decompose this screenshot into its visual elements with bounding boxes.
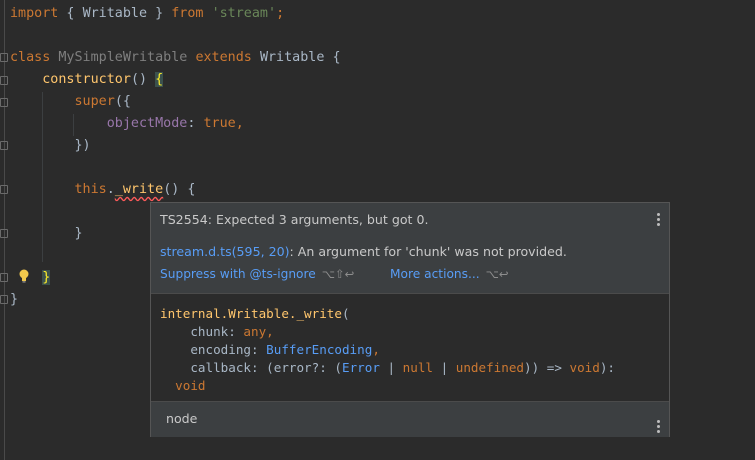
code-text: ; — [276, 6, 285, 21]
sig-line: internal.Writable._write( — [160, 305, 350, 323]
tooltip-header: TS2554: Expected 3 arguments, but got 0.… — [151, 203, 669, 293]
code-line-7[interactable]: }) — [10, 135, 91, 157]
error-tooltip-popup[interactable]: TS2554: Expected 3 arguments, but got 0.… — [150, 202, 670, 437]
keyword-true: true — [203, 116, 236, 131]
code-text: }) — [74, 138, 91, 153]
keyword-extends: extends — [195, 50, 252, 65]
sig-type: void — [160, 378, 206, 393]
more-options-icon[interactable] — [657, 213, 661, 228]
footer-options-icon[interactable] — [657, 420, 661, 435]
string-literal: 'stream' — [211, 6, 277, 21]
sig-text: encoding: — [160, 342, 267, 357]
code-text: ({ — [114, 94, 131, 109]
matched-brace: { — [155, 72, 164, 87]
keyword-super: super — [74, 94, 115, 109]
class-ref: Writable — [82, 6, 148, 21]
shortcut-hint: ⌥↩ — [485, 267, 509, 281]
code-text: { — [324, 50, 341, 65]
code-line-6[interactable]: objectMode: true, — [10, 113, 244, 135]
code-text: { — [58, 6, 83, 21]
sig-line: encoding: BufferEncoding, — [160, 341, 380, 359]
sig-text: ( — [341, 306, 350, 321]
source-link[interactable]: stream.d.ts(595, 20) — [160, 244, 290, 259]
class-ref: Writable — [259, 50, 325, 65]
code-line-10[interactable]: } — [10, 223, 83, 245]
fold-marker-icon[interactable] — [0, 295, 8, 304]
code-line-13[interactable]: } — [10, 289, 18, 311]
matched-brace: } — [42, 270, 51, 285]
sig-text: chunk: — [160, 324, 244, 339]
code-text: } — [74, 226, 83, 241]
fold-marker-icon[interactable] — [0, 185, 8, 194]
sig-text: | — [379, 360, 403, 375]
code-text: : — [187, 116, 204, 131]
sig-text: | — [433, 360, 456, 375]
reference-text: : An argument for 'chunk' was not provid… — [289, 244, 567, 259]
sig-text: callback: (error?: ( — [160, 360, 342, 375]
keyword-class: class — [10, 50, 51, 65]
fold-marker-icon[interactable] — [0, 98, 8, 107]
code-text: } — [147, 6, 172, 21]
fold-marker-icon[interactable] — [0, 229, 8, 238]
suppress-action-link[interactable]: Suppress with @ts-ignore — [160, 267, 316, 281]
sig-type: undefined — [455, 360, 524, 375]
sig-type: null — [402, 360, 433, 375]
tooltip-footer: node — [151, 401, 669, 437]
fold-marker-icon[interactable] — [0, 76, 8, 85]
sig-method: internal.Writable._write — [160, 306, 342, 321]
code-line-3[interactable]: class MySimpleWritable extends Writable … — [10, 47, 341, 69]
keyword-this: this — [74, 182, 107, 197]
sig-text: , — [372, 342, 380, 357]
signature-doc: internal.Writable._write( chunk: any, en… — [151, 293, 669, 402]
fold-marker-icon[interactable] — [0, 273, 8, 282]
code-line-9[interactable]: this._write() { — [10, 179, 196, 201]
sig-line: chunk: any, — [160, 323, 274, 341]
method-name: constructor — [42, 72, 131, 87]
code-text: . — [106, 182, 115, 197]
keyword-import: import — [10, 6, 59, 21]
error-reference: stream.d.ts(595, 20): An argument for 'c… — [160, 244, 567, 259]
sig-type: any — [243, 324, 267, 339]
code-line-1[interactable]: import { Writable } from 'stream'; — [10, 3, 284, 25]
sig-text: ): — [599, 360, 616, 375]
code-text: () { — [163, 182, 196, 197]
quick-actions: Suppress with @ts-ignore ⌥⇧↩ More actions… — [160, 267, 509, 281]
sig-line: callback: (error?: (Error | null | undef… — [160, 359, 615, 377]
code-line-4[interactable]: constructor() { — [10, 69, 164, 91]
more-actions-link[interactable]: More actions... — [390, 267, 480, 281]
code-text: () — [130, 72, 156, 87]
lightbulb-icon[interactable] — [18, 268, 30, 283]
shortcut-hint: ⌥⇧↩ — [321, 267, 355, 281]
module-label: node — [166, 411, 198, 426]
code-line-5[interactable]: super({ — [10, 91, 131, 113]
code-text: } — [10, 292, 19, 307]
sig-text: , — [266, 324, 274, 339]
sig-type-link[interactable]: Error — [342, 360, 380, 375]
property-name: objectMode — [106, 116, 188, 131]
sig-line: void — [160, 377, 206, 395]
sig-text: )) => — [524, 360, 570, 375]
code-line-12[interactable]: } — [10, 267, 51, 289]
sig-type: void — [569, 360, 600, 375]
code-text: , — [235, 116, 244, 131]
sig-type-link[interactable]: BufferEncoding — [266, 342, 372, 357]
keyword-from: from — [171, 6, 204, 21]
error-method-call[interactable]: _write — [115, 182, 163, 197]
class-name: MySimpleWritable — [58, 50, 188, 65]
fold-marker-icon[interactable] — [0, 53, 8, 62]
fold-marker-icon[interactable] — [0, 141, 8, 150]
error-message: TS2554: Expected 3 arguments, but got 0. — [160, 212, 429, 227]
